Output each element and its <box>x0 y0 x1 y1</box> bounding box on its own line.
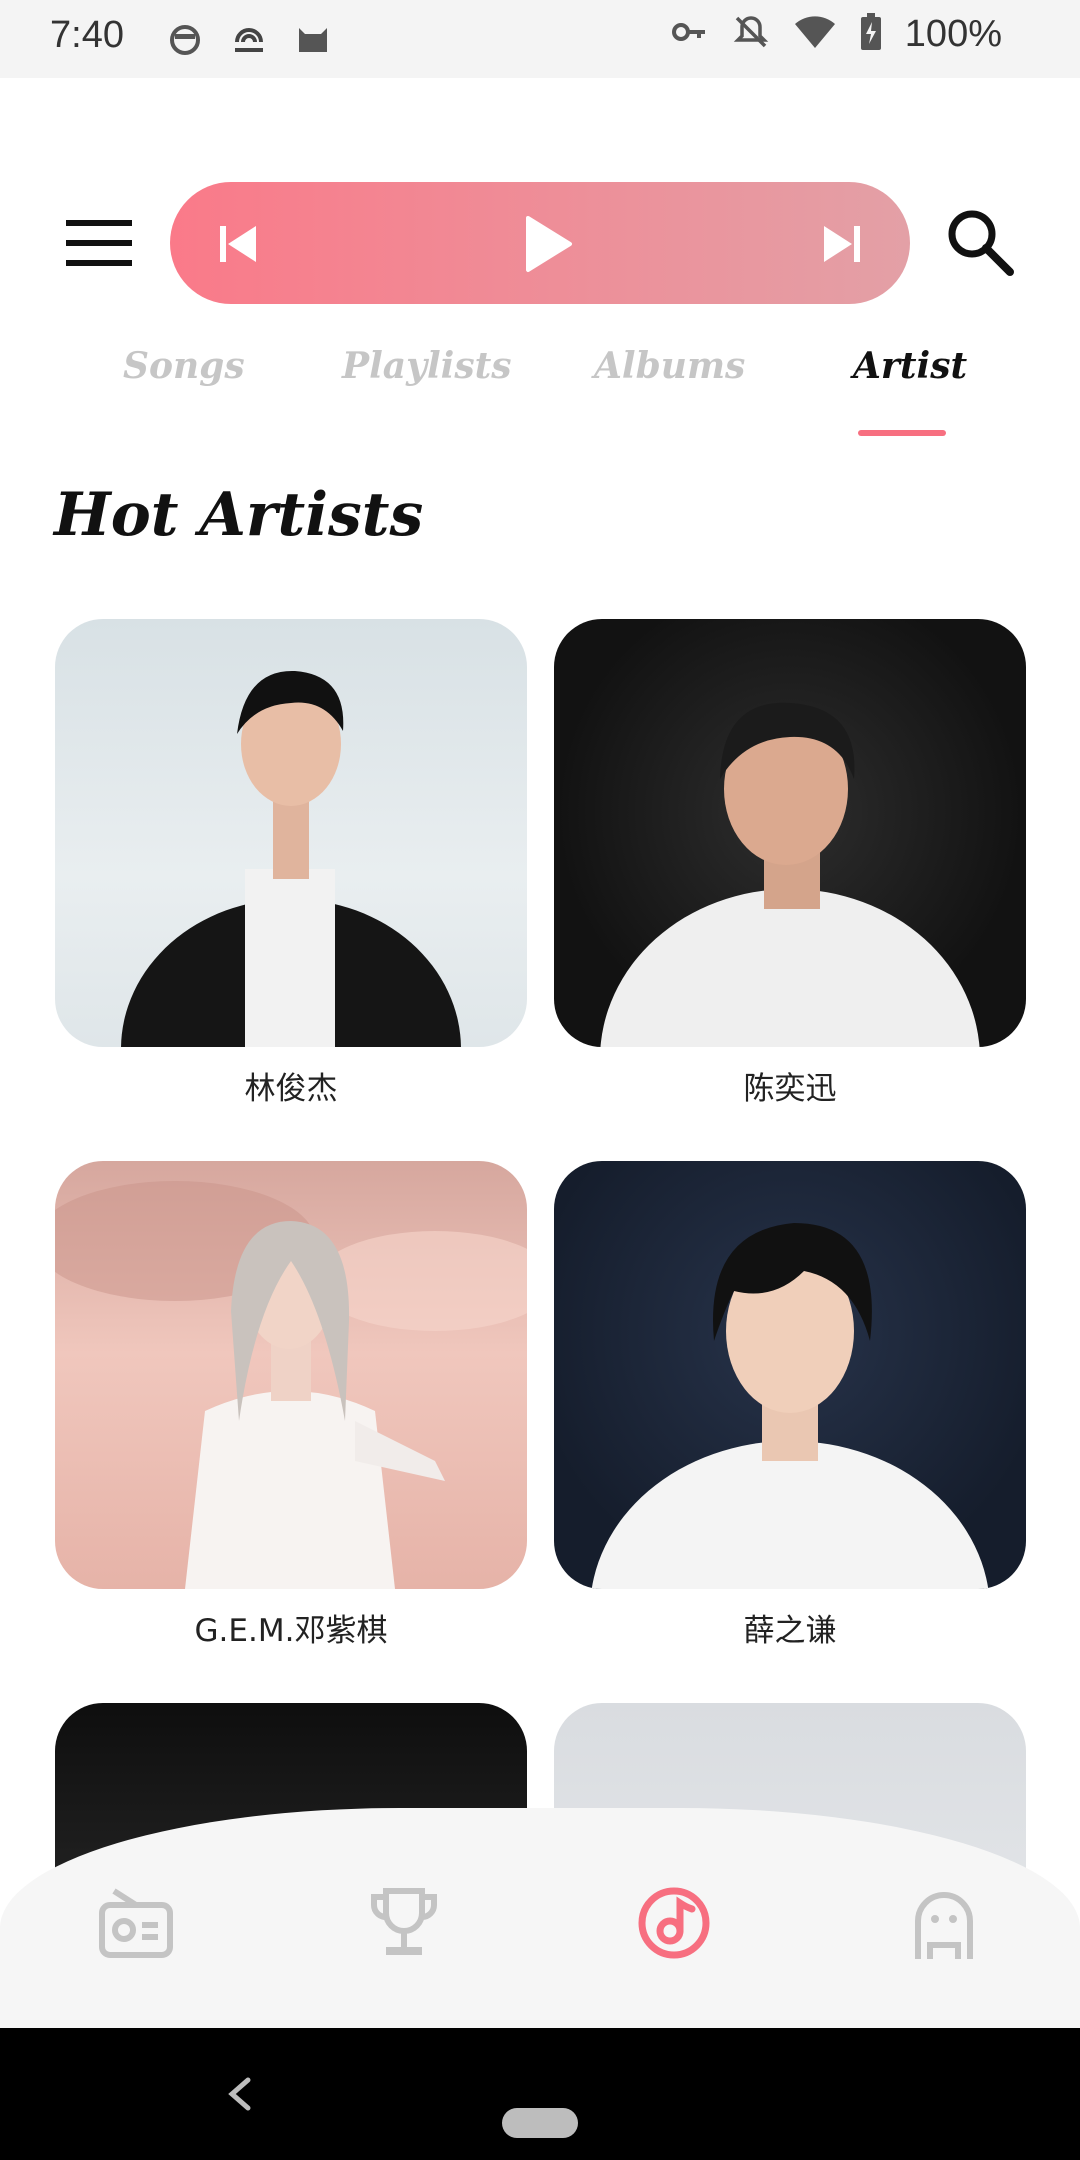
tab-playlists[interactable]: Playlists <box>342 345 512 387</box>
artist-name: 陈奕迅 <box>743 1071 837 1107</box>
section-title: Hot Artists <box>54 480 424 550</box>
battery-charging-icon <box>859 12 883 56</box>
cat-face-icon <box>165 18 205 58</box>
skip-next-icon[interactable] <box>820 222 864 266</box>
artist-name: G.E.M.邓紫棋 <box>194 1613 388 1649</box>
status-bar: 7:40 100% <box>0 0 1080 78</box>
artist-photo[interactable] <box>55 619 527 1047</box>
status-time: 7:40 <box>50 14 124 56</box>
vpn-key-icon <box>669 12 709 56</box>
tab-artist[interactable]: Artist <box>853 345 967 387</box>
music-note-icon[interactable] <box>634 1883 714 1963</box>
artist-card[interactable]: G.E.M.邓紫棋 <box>55 1161 527 1650</box>
radio-icon[interactable] <box>96 1883 176 1963</box>
skip-previous-icon[interactable] <box>216 222 260 266</box>
bottom-navigation <box>0 1808 1080 2028</box>
artist-photo[interactable] <box>55 1161 527 1589</box>
artist-photo[interactable] <box>554 1161 1026 1589</box>
artist-card[interactable]: 薛之谦 <box>554 1161 1026 1650</box>
search-icon[interactable] <box>944 206 1016 278</box>
home-pill[interactable] <box>502 2108 578 2138</box>
active-tab-indicator <box>858 430 946 436</box>
profile-icon[interactable] <box>904 1883 984 1963</box>
trophy-icon[interactable] <box>364 1883 444 1963</box>
play-icon[interactable] <box>522 214 574 274</box>
wifi-icon <box>793 12 837 56</box>
artist-name: 薛之谦 <box>743 1613 837 1649</box>
notifications-off-icon <box>731 12 771 56</box>
broadcast-logo-icon <box>229 18 269 58</box>
menu-icon[interactable] <box>66 218 132 268</box>
artist-name: 林俊杰 <box>244 1071 338 1107</box>
status-left-icons <box>165 18 333 58</box>
system-navigation-bar <box>0 2028 1080 2160</box>
artist-card[interactable]: 林俊杰 <box>55 619 527 1108</box>
battery-percentage: 100% <box>904 12 1002 55</box>
cat-icon <box>293 18 333 58</box>
artist-photo[interactable] <box>554 619 1026 1047</box>
status-right: 100% <box>669 12 1002 56</box>
artist-card[interactable]: 陈奕迅 <box>554 619 1026 1108</box>
tab-songs[interactable]: Songs <box>123 345 245 387</box>
tab-albums[interactable]: Albums <box>594 345 745 387</box>
mini-player[interactable] <box>170 182 910 304</box>
back-icon[interactable] <box>222 2074 258 2114</box>
